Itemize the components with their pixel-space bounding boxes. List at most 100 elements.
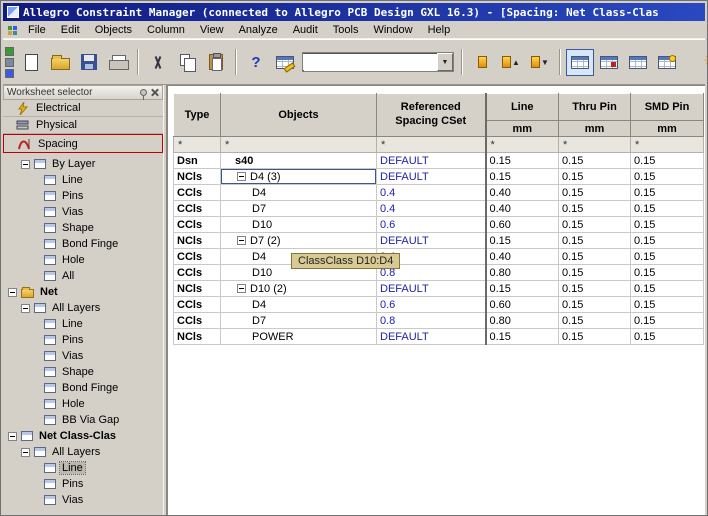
collapse-icon[interactable] (237, 236, 246, 245)
tree-item-hole[interactable]: Hole (3, 252, 163, 268)
cell-object[interactable]: D7 (2) (220, 232, 377, 249)
pin-icon[interactable] (140, 89, 147, 100)
cell-ref-cset[interactable]: 0.6 (376, 216, 486, 233)
collapse-icon[interactable] (8, 431, 17, 441)
cell-thru-pin[interactable]: 0.15 (558, 328, 631, 345)
cell-object[interactable]: s40 (220, 152, 377, 169)
cell-smd-pin[interactable]: 0.15 (630, 184, 704, 201)
cell-line[interactable]: 0.60 (484, 296, 559, 313)
find-combo[interactable]: ▼ (302, 52, 454, 72)
cell-thru-pin[interactable]: 0.15 (558, 232, 631, 249)
cell-smd-pin[interactable]: 0.15 (630, 264, 704, 281)
cell-thru-pin[interactable]: 0.15 (558, 168, 631, 185)
cell-thru-pin[interactable]: 0.15 (558, 312, 631, 329)
menu-audit[interactable]: Audit (286, 23, 325, 37)
cell-thru-pin[interactable]: 0.15 (558, 248, 631, 265)
menu-edit[interactable]: Edit (54, 23, 87, 37)
cell-ref-cset[interactable]: DEFAULT (376, 232, 486, 249)
cell-smd-pin[interactable]: 0.15 (630, 152, 704, 169)
collapse-icon[interactable] (8, 287, 17, 297)
cell-ref-cset[interactable]: 0.8 (376, 312, 486, 329)
cell-type[interactable]: CCls (173, 248, 221, 265)
find-input[interactable] (303, 54, 437, 70)
filter-cell[interactable]: * (630, 136, 704, 153)
tree-item-vias[interactable]: Vias (3, 492, 163, 508)
cell-thru-pin[interactable]: 0.15 (558, 296, 631, 313)
domain-button-electrical[interactable]: Electrical (3, 100, 163, 117)
cell-line[interactable]: 0.60 (484, 216, 559, 233)
cell-ref-cset[interactable]: 0.4 (376, 200, 486, 217)
cell-object[interactable]: D10 (2) (220, 280, 377, 297)
cell-smd-pin[interactable]: 0.15 (630, 168, 704, 185)
column-header-referenced-spacing-cset[interactable]: Referenced Spacing CSet (376, 93, 486, 137)
domain-button-spacing[interactable]: Spacing (3, 134, 163, 153)
menu-help[interactable]: Help (421, 23, 458, 37)
cell-type[interactable]: CCls (173, 296, 221, 313)
tree-item-line-selected[interactable]: Line (3, 460, 163, 476)
cell-smd-pin[interactable]: 0.15 (630, 232, 704, 249)
cut-button[interactable] (144, 49, 172, 76)
tree-item-net[interactable]: Net (3, 284, 163, 300)
cell-line[interactable]: 0.80 (484, 264, 559, 281)
copy-button[interactable] (173, 49, 201, 76)
cell-object-selected[interactable]: D4 (3) (220, 168, 377, 185)
column-header-smd-pin[interactable]: SMD Pin (630, 93, 704, 121)
cell-type[interactable]: CCls (173, 312, 221, 329)
cell-type[interactable]: CCls (173, 200, 221, 217)
menu-objects[interactable]: Objects (88, 23, 139, 37)
menu-window[interactable]: Window (366, 23, 419, 37)
cell-object[interactable]: D10 (220, 216, 377, 233)
cell-smd-pin[interactable]: 0.15 (630, 200, 704, 217)
cell-type[interactable]: CCls (173, 264, 221, 281)
tree-item-bb-via-gap[interactable]: BB Via Gap (3, 412, 163, 428)
cell-ref-cset[interactable]: DEFAULT (376, 152, 486, 169)
cell-ref-cset[interactable]: DEFAULT (376, 328, 486, 345)
menu-file[interactable]: File (21, 23, 53, 37)
collapse-icon[interactable] (21, 447, 30, 457)
cell-ref-cset[interactable]: 0.6 (376, 296, 486, 313)
combo-dropdown-button[interactable]: ▼ (437, 53, 453, 71)
cell-line[interactable]: 0.40 (484, 248, 559, 265)
cell-type[interactable]: NCls (173, 328, 221, 345)
domain-button-physical[interactable]: Physical (3, 117, 163, 134)
filter-cell[interactable]: * (558, 136, 631, 153)
collapse-icon[interactable] (21, 159, 30, 169)
tree-item-shape[interactable]: Shape (3, 364, 163, 380)
tree-item-pins[interactable]: Pins (3, 332, 163, 348)
table-red-button[interactable] (595, 49, 623, 76)
cell-thru-pin[interactable]: 0.15 (558, 200, 631, 217)
filter-cell[interactable]: * (484, 136, 559, 153)
cell-line[interactable]: 0.15 (484, 328, 559, 345)
cell-ref-cset[interactable]: DEFAULT (376, 168, 486, 185)
tree-item-net-class-class[interactable]: Net Class-Clas (3, 428, 163, 444)
cell-smd-pin[interactable]: 0.15 (630, 296, 704, 313)
cell-type[interactable]: NCls (173, 232, 221, 249)
cell-thru-pin[interactable]: 0.15 (558, 152, 631, 169)
cell-line[interactable]: 0.15 (484, 232, 559, 249)
tree-item-all-layers[interactable]: All Layers (3, 300, 163, 316)
goto-cell-button[interactable] (271, 49, 299, 76)
tree-item-hole[interactable]: Hole (3, 396, 163, 412)
tree-item-by-layer[interactable]: By Layer (3, 156, 163, 172)
new-button[interactable] (17, 49, 45, 76)
cell-thru-pin[interactable]: 0.15 (558, 280, 631, 297)
mini-icon-blue[interactable] (5, 68, 14, 78)
save-button[interactable] (75, 49, 103, 76)
tree-item-line[interactable]: Line (3, 316, 163, 332)
analyze-button[interactable]: ☀ (696, 49, 707, 76)
filter-cell[interactable]: * (220, 136, 377, 153)
cell-line[interactable]: 0.15 (484, 152, 559, 169)
cell-object[interactable]: D4 (220, 184, 377, 201)
collapse-icon[interactable] (21, 303, 30, 313)
cell-type[interactable]: NCls (173, 280, 221, 297)
tree-item-bond-finger[interactable]: Bond Finge (3, 380, 163, 396)
filter-cell[interactable]: * (376, 136, 486, 153)
table-star-button[interactable] (653, 49, 681, 76)
menu-column[interactable]: Column (140, 23, 192, 37)
bookmark-button[interactable] (468, 49, 496, 76)
collapse-icon[interactable] (237, 172, 246, 181)
next-bookmark-button[interactable]: ▼ (526, 49, 554, 76)
cell-line[interactable]: 0.40 (484, 200, 559, 217)
column-header-line[interactable]: Line (484, 93, 559, 121)
tree-item-shape[interactable]: Shape (3, 220, 163, 236)
